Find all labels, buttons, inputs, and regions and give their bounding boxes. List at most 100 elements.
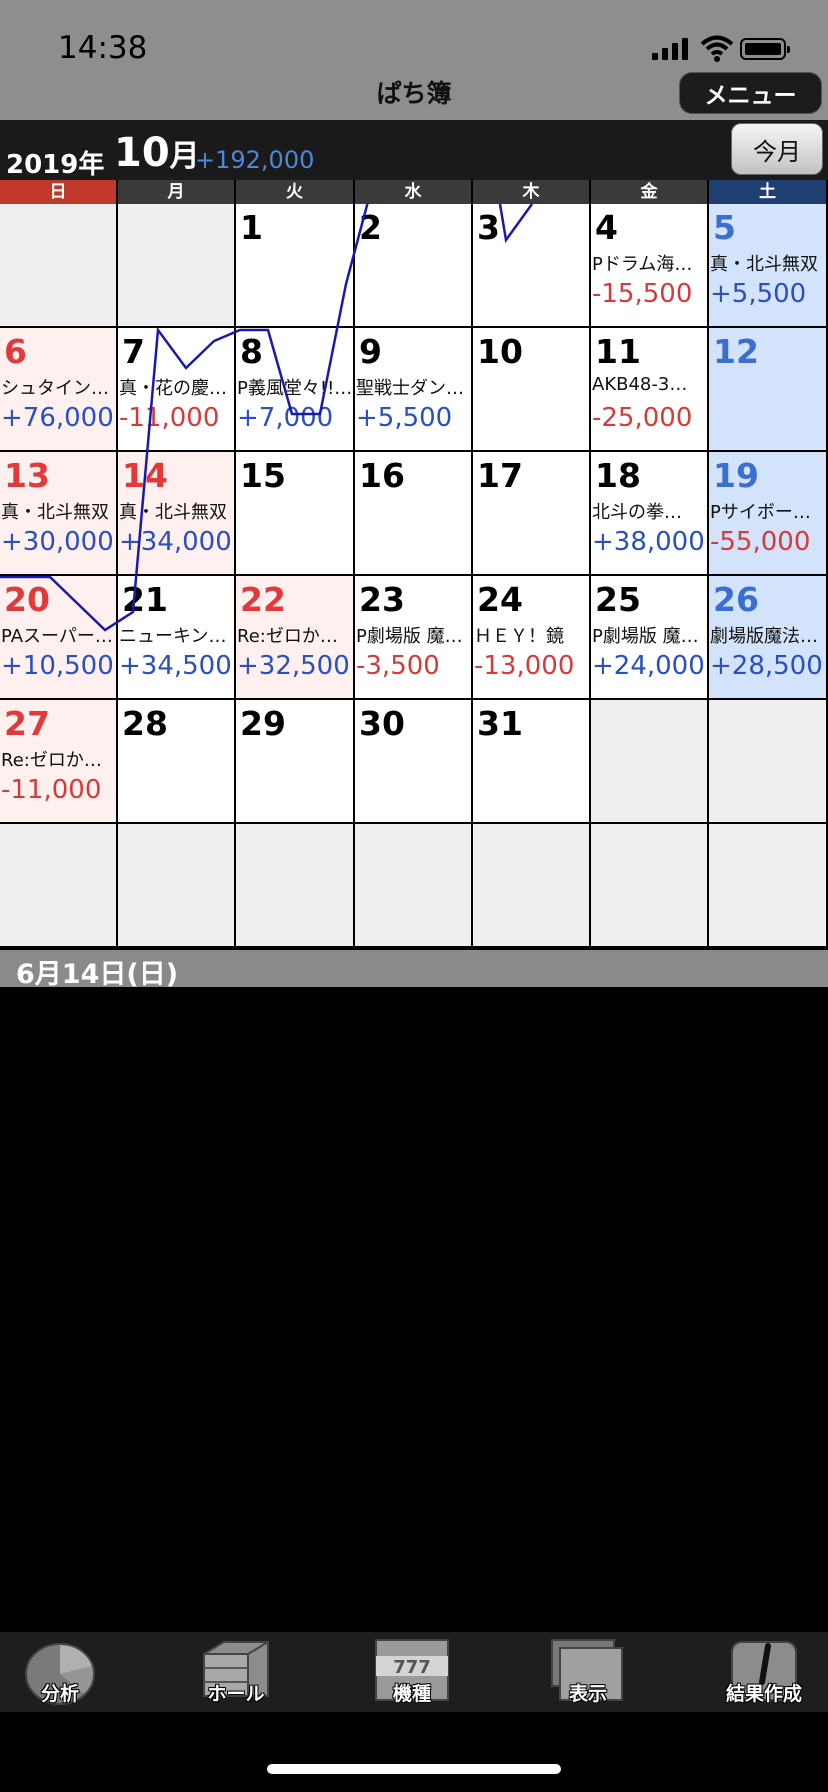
day-result: +34,000 [119, 527, 232, 557]
tab-label: 分析 [40, 1683, 79, 1705]
day-number: 6 [4, 332, 27, 371]
calendar-day-24[interactable]: 24 ＨＥＹ！鏡 -13,000 [473, 576, 589, 698]
calendar-day-31[interactable]: 31 [473, 700, 589, 822]
tab-display[interactable]: 表示 [528, 1632, 648, 1712]
calendar-empty-cell [709, 700, 826, 822]
calendar-day-23[interactable]: 23 P劇場版 魔… -3,500 [355, 576, 471, 698]
weekday-6: 土 [709, 180, 828, 204]
calendar-day-22[interactable]: 22 Re:ゼロか… +32,500 [236, 576, 353, 698]
machine-name: ＨＥＹ！鏡 [474, 626, 564, 647]
day-result: +32,500 [237, 651, 350, 681]
machine-name: Re:ゼロか… [1, 750, 102, 771]
calendar-day-12[interactable]: 12 [709, 328, 826, 450]
menu-button[interactable]: メニュー [679, 72, 822, 114]
day-number: 28 [122, 704, 168, 743]
this-month-button[interactable]: 今月 [731, 123, 823, 175]
tab-create-result[interactable]: 結果作成 [704, 1632, 824, 1712]
calendar-day-6[interactable]: 6 シュタイン… +76,000 [0, 328, 116, 450]
calendar-day-7[interactable]: 7 真・花の慶… -11,000 [118, 328, 234, 450]
calendar-day-26[interactable]: 26 劇場版魔法… +28,500 [709, 576, 826, 698]
calendar-day-14[interactable]: 14 真・北斗無双 +34,000 [118, 452, 234, 574]
weekday-4: 木 [473, 180, 591, 204]
machine-name: 真・花の慶… [119, 378, 227, 399]
cellular-signal-icon [652, 38, 688, 60]
calendar-day-28[interactable]: 28 [118, 700, 234, 822]
day-result: +5,500 [710, 279, 807, 309]
day-number: 23 [359, 580, 405, 619]
calendar-grid: 1 2 3 4 Pドラム海… -15,500 5 真・北斗無双 +5,500 6 シュタイン… +76… [0, 204, 828, 948]
day-number: 18 [595, 456, 641, 495]
month-number: 10 [114, 130, 170, 176]
day-number: 22 [240, 580, 286, 619]
tab-label: 表示 [568, 1683, 607, 1705]
calendar-day-16[interactable]: 16 [355, 452, 471, 574]
day-number: 11 [595, 332, 641, 371]
day-number: 13 [4, 456, 50, 495]
day-number: 31 [477, 704, 523, 743]
tab-label: ホール [207, 1683, 265, 1705]
day-number: 24 [477, 580, 523, 619]
machine-name: Re:ゼロか… [237, 626, 338, 647]
calendar-day-21[interactable]: 21 ニューキン… +34,500 [118, 576, 234, 698]
day-number: 15 [240, 456, 286, 495]
tab-analysis[interactable]: 分析 [0, 1632, 120, 1712]
day-number: 10 [477, 332, 523, 371]
calendar-day-4[interactable]: 4 Pドラム海… -15,500 [591, 204, 707, 326]
machine-name: AKB48-3… [592, 374, 688, 395]
calendar-day-3[interactable]: 3 [473, 204, 589, 326]
day-number: 29 [240, 704, 286, 743]
weekday-header: 日月火水木金土 [0, 180, 828, 204]
machine-name: P劇場版 魔… [356, 626, 463, 647]
calendar-empty-cell [473, 824, 589, 946]
day-number: 16 [359, 456, 405, 495]
calendar-day-13[interactable]: 13 真・北斗無双 +30,000 [0, 452, 116, 574]
home-indicator[interactable] [267, 1764, 561, 1774]
calendar-day-17[interactable]: 17 [473, 452, 589, 574]
calendar-empty-cell [591, 824, 707, 946]
selected-date-bar: 6月14日(日) [0, 950, 828, 990]
tab-hall[interactable]: ホール [176, 1632, 296, 1712]
year-label: 2019年 [6, 150, 105, 180]
calendar-day-9[interactable]: 9 聖戦士ダン… +5,500 [355, 328, 471, 450]
weekday-2: 火 [236, 180, 355, 204]
day-result: -11,000 [119, 403, 220, 433]
day-result: -15,500 [592, 279, 693, 309]
calendar-day-2[interactable]: 2 [355, 204, 471, 326]
calendar-day-15[interactable]: 15 [236, 452, 353, 574]
weekday-3: 水 [355, 180, 473, 204]
day-number: 14 [122, 456, 168, 495]
tab-label: 結果作成 [725, 1683, 802, 1705]
calendar-day-10[interactable]: 10 [473, 328, 589, 450]
calendar-day-11[interactable]: 11 AKB48-3… -25,000 [591, 328, 707, 450]
calendar-day-29[interactable]: 29 [236, 700, 353, 822]
calendar-day-25[interactable]: 25 P劇場版 魔… +24,000 [591, 576, 707, 698]
calendar-day-5[interactable]: 5 真・北斗無双 +5,500 [709, 204, 826, 326]
day-result: +7,000 [237, 403, 334, 433]
machine-name: P劇場版 魔… [592, 626, 699, 647]
calendar-day-1[interactable]: 1 [236, 204, 353, 326]
tab-machine[interactable]: 777 機種 [352, 1632, 472, 1712]
weekday-0: 日 [0, 180, 118, 204]
day-number: 12 [713, 332, 759, 371]
calendar-day-27[interactable]: 27 Re:ゼロか… -11,000 [0, 700, 116, 822]
day-number: 2 [359, 208, 382, 247]
status-bar: 14:38 ぱち簿 メニュー [0, 0, 828, 120]
day-number: 26 [713, 580, 759, 619]
calendar-empty-cell [709, 824, 826, 946]
day-result: +10,500 [1, 651, 114, 681]
day-result: +38,000 [592, 527, 705, 557]
month-label: 10月 [114, 130, 200, 176]
machine-name: Pサイボー… [710, 502, 811, 523]
machine-name: 真・北斗無双 [119, 502, 227, 523]
day-number: 3 [477, 208, 500, 247]
calendar-day-30[interactable]: 30 [355, 700, 471, 822]
calendar-day-18[interactable]: 18 北斗の拳… +38,000 [591, 452, 707, 574]
calendar-day-19[interactable]: 19 Pサイボー… -55,000 [709, 452, 826, 574]
month-header: 2019年 10月 +192,000 [0, 120, 828, 180]
calendar-day-8[interactable]: 8 P義風堂々!!… +7,000 [236, 328, 353, 450]
day-number: 4 [595, 208, 618, 247]
calendar-day-20[interactable]: 20 PAスーパー… +10,500 [0, 576, 116, 698]
day-number: 21 [122, 580, 168, 619]
machine-name: 劇場版魔法… [710, 626, 818, 647]
machine-name: 聖戦士ダン… [356, 378, 464, 399]
